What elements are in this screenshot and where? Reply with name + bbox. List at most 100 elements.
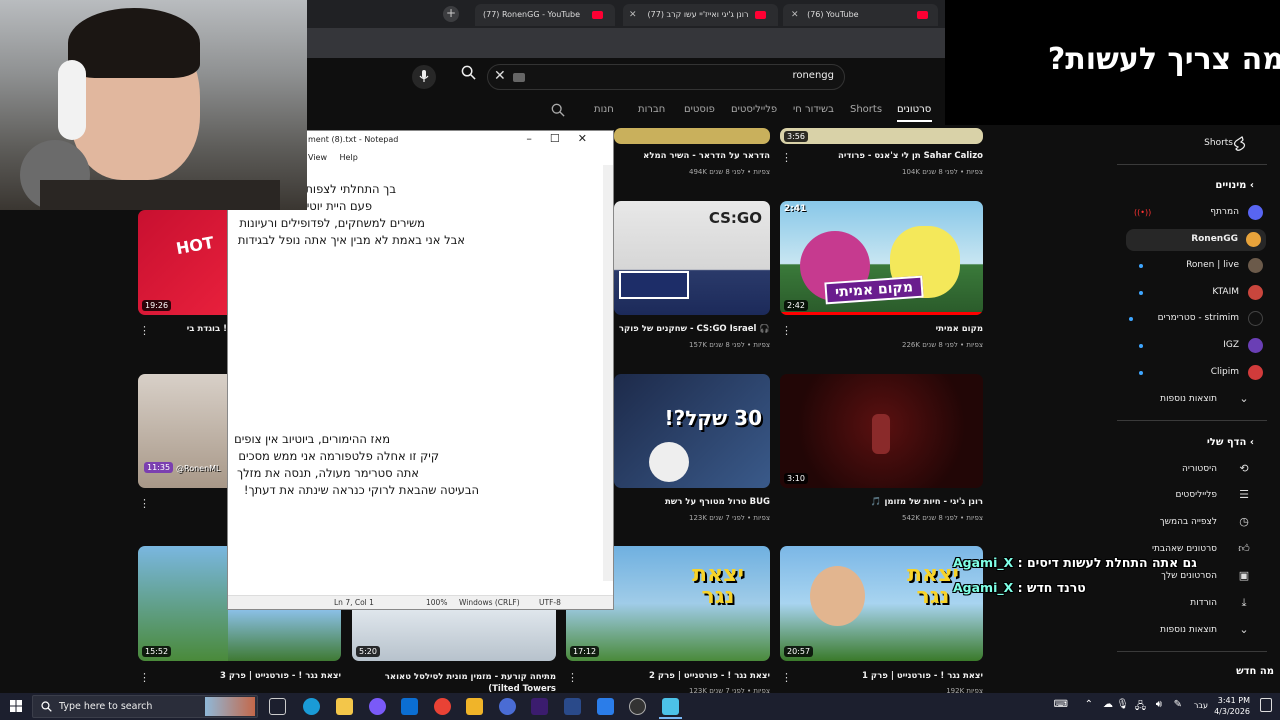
more-actions-icon[interactable]: ⋮ xyxy=(567,671,578,684)
chevron-left-icon: ‹ xyxy=(1249,180,1254,191)
browser-tab-youtube[interactable]: ✕ (76) YouTube xyxy=(783,4,938,26)
minimize-button[interactable]: – xyxy=(526,132,550,145)
sidebar-item-your-videos[interactable]: הסרטונים שלך ▣ xyxy=(1117,567,1267,587)
input-language[interactable]: עבר xyxy=(1194,701,1208,710)
sidebar-item-downloads[interactable]: הורדות ⤓ xyxy=(1117,594,1267,614)
sidebar-item-playlists[interactable]: פלייליסטים ☰ xyxy=(1117,486,1267,506)
tab-shorts[interactable]: Shorts xyxy=(850,104,882,115)
overlay-banner: מה צריך לעשות? xyxy=(945,0,1280,125)
sidebar-item-watch-later[interactable]: לצפייה בהמשך ◷ xyxy=(1117,513,1267,533)
folder-icon[interactable] xyxy=(466,698,483,715)
volume-icon[interactable]: 🔊︎ xyxy=(1156,699,1162,710)
chrome-icon[interactable] xyxy=(434,698,451,715)
you-header[interactable]: הדף שלי ‹ xyxy=(1207,437,1254,448)
clock[interactable]: 3:41 PM 4/3/2026 xyxy=(1214,695,1250,717)
video-title[interactable]: 🎵 רונן ג'יגי - חיות של מזומן xyxy=(800,497,983,507)
notepad-taskbar-icon[interactable] xyxy=(662,698,679,715)
sidebar-more-subscriptions[interactable]: תוצאות נוספות ⌄ xyxy=(1117,390,1267,410)
video-thumbnail[interactable]: 11:35 @RonenML xyxy=(138,374,228,488)
sidebar-item-igz[interactable]: IGZ xyxy=(1117,336,1267,356)
menu-view[interactable]: View xyxy=(308,153,327,162)
sidebar-item-ronen-live[interactable]: Ronen | live xyxy=(1117,256,1267,276)
sidebar-item-ronengg[interactable]: RonenGG xyxy=(1126,229,1266,251)
video-title[interactable]: מתיחה קורעת - מזמין מונית לסילסל טאואר (… xyxy=(370,671,556,695)
tab-store[interactable]: חנות xyxy=(594,104,614,115)
kick-icon[interactable] xyxy=(531,698,548,715)
video-thumbnail[interactable] xyxy=(614,128,770,144)
video-title[interactable]: יצאת נגר ! - פורטנייט | פרק 1 xyxy=(800,671,983,681)
sidebar-item-shorts[interactable]: Shorts xyxy=(1117,134,1267,154)
video-thumbnail[interactable]: מקום אמיתי 2:41 2:42 xyxy=(780,201,983,315)
subscriptions-header[interactable]: מינויים ‹ xyxy=(1215,180,1254,191)
channel-search-icon[interactable] xyxy=(551,103,565,117)
sidebar-item-ktaim[interactable]: KTAIM xyxy=(1117,283,1267,303)
vertical-scrollbar[interactable] xyxy=(603,165,613,581)
menu-help[interactable]: Help xyxy=(340,153,358,162)
chevron-up-icon[interactable]: ⌃ xyxy=(1085,699,1093,710)
more-actions-icon[interactable]: ⋮ xyxy=(781,671,792,684)
windows-start-icon[interactable] xyxy=(10,700,22,712)
onedrive-icon[interactable]: ☁ xyxy=(1103,699,1113,710)
search-input[interactable]: ✕ ronengg xyxy=(487,64,845,90)
video-thumbnail[interactable]: CS:GO xyxy=(614,201,770,315)
video-title[interactable]: יצאת נגר ! - פורטנייט | פרק 3 xyxy=(160,671,341,681)
tab-playlists[interactable]: פלייליסטים xyxy=(731,104,777,115)
sidebar-item-hamartef[interactable]: המרתף ((•)) xyxy=(1117,203,1267,223)
task-view-icon[interactable] xyxy=(269,698,286,715)
more-actions-icon[interactable]: ⋮ xyxy=(781,324,792,337)
search-button[interactable] xyxy=(455,65,481,89)
video-title[interactable]: הדראר על הדראר - השיר המלא xyxy=(614,151,770,161)
copilot-icon[interactable] xyxy=(369,698,386,715)
tab-live[interactable]: בשידור חי xyxy=(793,104,834,115)
obs-icon[interactable] xyxy=(629,698,646,715)
more-actions-icon[interactable]: ⋮ xyxy=(139,324,150,337)
more-actions-icon[interactable]: ⋮ xyxy=(139,671,150,684)
touch-keyboard-icon[interactable]: ⌨ xyxy=(1054,699,1068,710)
media-player-icon[interactable] xyxy=(597,698,614,715)
text-editor[interactable]: בך התחלתי לצפות פעם היית יוטיובר משירים … xyxy=(228,165,602,595)
file-explorer-icon[interactable] xyxy=(336,698,353,715)
video-thumbnail-part[interactable] xyxy=(228,610,341,661)
network-icon[interactable]: 🖧 xyxy=(1135,699,1146,716)
new-tab-button[interactable]: + xyxy=(443,6,459,22)
voice-search-button[interactable] xyxy=(412,65,436,89)
video-thumbnail[interactable]: 3:10 xyxy=(780,374,983,488)
notifications-icon[interactable] xyxy=(1260,698,1272,712)
close-button[interactable]: ✕ xyxy=(578,132,605,145)
video-title[interactable]: יצאת נגר ! - פורטנייט | פרק 2 xyxy=(590,671,770,681)
keyboard-icon[interactable] xyxy=(513,73,525,82)
sidebar-item-history[interactable]: היסטוריה ⟲ xyxy=(1117,460,1267,480)
video-thumbnail[interactable]: 3:56 xyxy=(780,128,983,144)
video-title[interactable]: בוגדת בי ! xyxy=(160,324,227,334)
sidebar-item-strimim[interactable]: סטרימרים - strimim xyxy=(1117,309,1267,329)
maximize-button[interactable]: ☐ xyxy=(550,132,578,145)
video-meta: 226K צפיות • לפני 8 שנים xyxy=(902,341,983,349)
video-thumbnail[interactable]: HOT 19:26 xyxy=(138,210,228,315)
video-title[interactable]: שחקנים של פוקר - CS:GO Israel 🎧 xyxy=(614,324,770,334)
video-title[interactable]: טרול מטורף על רשת BUG xyxy=(614,497,770,507)
ea-app-icon[interactable] xyxy=(401,698,418,715)
sidebar-more-you[interactable]: תוצאות נוספות ⌄ xyxy=(1117,621,1267,641)
more-actions-icon[interactable]: ⋮ xyxy=(139,497,150,510)
video-title[interactable]: מקום אמיתי xyxy=(800,324,983,334)
tab-memberships[interactable]: חברות xyxy=(638,104,665,115)
sidebar-item-clipim[interactable]: Clipim xyxy=(1117,363,1267,383)
tab-posts[interactable]: פוסטים xyxy=(684,104,715,115)
more-actions-icon[interactable]: ⋮ xyxy=(781,151,792,164)
taskbar-search[interactable]: Type here to search xyxy=(32,695,258,718)
video-thumbnail[interactable]: 5:20 xyxy=(352,610,556,661)
video-thumbnail[interactable]: 30 שקל?! xyxy=(614,374,770,488)
tab-videos[interactable]: סרטונים xyxy=(897,104,931,115)
edge-icon[interactable] xyxy=(303,698,320,715)
close-tab-icon[interactable]: ✕ xyxy=(629,4,637,26)
clear-search-icon[interactable]: ✕ xyxy=(494,68,506,84)
video-title[interactable]: תן לי צ'אנס - פרודיה Sahar Calizo xyxy=(800,151,983,161)
pen-icon[interactable]: ✎ xyxy=(1174,699,1182,710)
close-tab-icon[interactable]: ✕ xyxy=(791,10,799,20)
browser-tab-video[interactable]: רונן ג'יגי ואייז'יי עשו קרב (77) ✕ xyxy=(623,4,778,26)
video-thumbnail[interactable]: 15:52 xyxy=(138,546,228,661)
vpn-icon[interactable] xyxy=(564,698,581,715)
discord-icon[interactable] xyxy=(499,698,516,715)
browser-tab-ronengg[interactable]: (77) RonenGG - YouTube xyxy=(475,4,615,26)
microphone-icon[interactable]: 🎙︎ xyxy=(1116,699,1129,710)
